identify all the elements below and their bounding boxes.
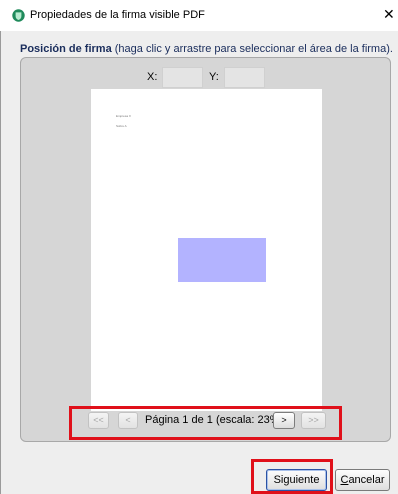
window-titlebar: Propiedades de la firma visible PDF ✕ bbox=[0, 0, 398, 31]
preview-text-line: Empresa X bbox=[116, 114, 131, 118]
x-label: X: bbox=[147, 71, 158, 83]
next-button-highlight bbox=[251, 459, 333, 494]
section-label: Posición de firma (haga clic y arrastre … bbox=[20, 43, 393, 55]
window-title: Propiedades de la firma visible PDF bbox=[30, 9, 205, 21]
close-icon[interactable]: ✕ bbox=[383, 6, 395, 22]
pdf-page-preview[interactable]: Empresa X Sobre A bbox=[91, 89, 322, 411]
section-label-rest: (haga clic y arrastre para seleccionar e… bbox=[111, 43, 393, 55]
preview-text-line: Sobre A bbox=[116, 124, 127, 128]
app-shield-icon bbox=[12, 9, 25, 22]
window-left-border bbox=[0, 31, 1, 494]
signature-area[interactable] bbox=[178, 238, 266, 282]
section-label-bold: Posición de firma bbox=[20, 43, 112, 55]
x-field[interactable] bbox=[162, 67, 203, 88]
cancel-label-rest: ancelar bbox=[348, 474, 385, 486]
y-field[interactable] bbox=[224, 67, 265, 88]
cancel-button[interactable]: Cancelar bbox=[335, 469, 390, 491]
y-label: Y: bbox=[209, 71, 219, 83]
pagination-highlight bbox=[69, 406, 342, 440]
